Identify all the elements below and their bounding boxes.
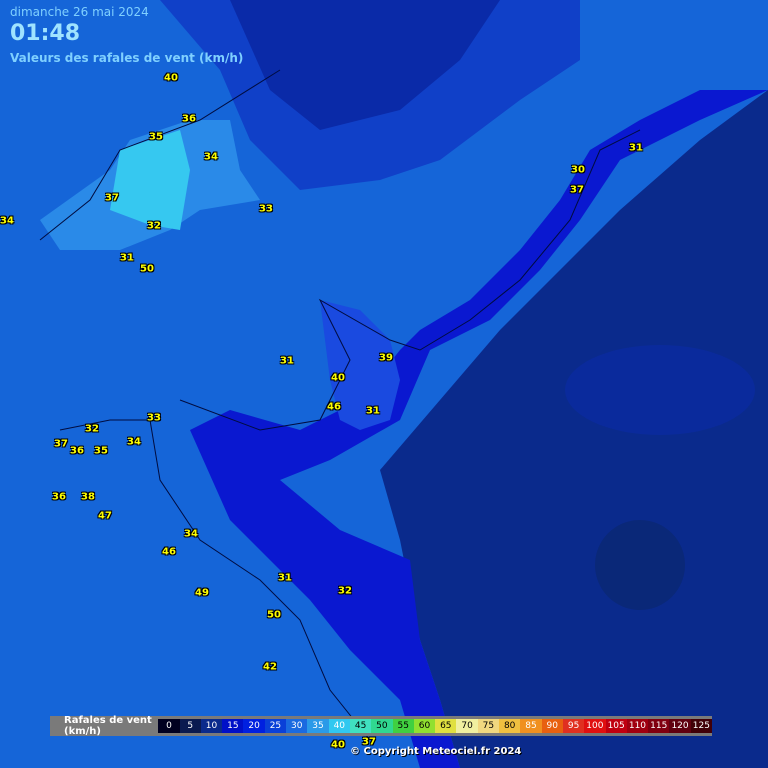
legend-swatch: 70 (456, 719, 478, 733)
legend-swatch: 5 (179, 719, 201, 733)
gust-label: 46 (327, 401, 341, 413)
legend-swatch: 60 (413, 719, 436, 733)
gust-label: 49 (195, 587, 209, 599)
legend-swatch: 75 (477, 719, 500, 733)
gust-label: 40 (331, 739, 345, 751)
gust-label: 37 (54, 438, 68, 450)
gust-label: 31 (120, 252, 134, 264)
gust-label: 38 (81, 491, 95, 503)
header-time: 01:48 (10, 21, 81, 46)
legend-swatch: 115 (648, 719, 670, 733)
gust-label: 32 (147, 220, 161, 232)
gust-label: 35 (149, 131, 163, 143)
legend-swatch: 90 (541, 719, 563, 733)
legend-swatch: 105 (605, 719, 627, 733)
gust-label: 32 (85, 423, 99, 435)
gust-label: 31 (366, 405, 380, 417)
gust-label: 36 (52, 491, 66, 503)
gust-label: 40 (331, 372, 345, 384)
gust-label: 31 (629, 142, 643, 154)
legend-swatch: 10 (200, 719, 223, 733)
gust-label: 50 (140, 263, 154, 275)
legend-swatch: 50 (371, 719, 393, 733)
legend-swatch: 100 (584, 719, 606, 733)
legend-swatch: 0 (158, 719, 180, 733)
gust-label: 30 (571, 164, 585, 176)
legend-swatch: 35 (307, 719, 329, 733)
color-legend: Rafales de vent (km/h) 0 5 10 15 20 25 30 35 40 4… (50, 715, 712, 737)
header-subtitle: Valeurs des rafales de vent (km/h) (10, 51, 244, 65)
gust-label: 36 (70, 445, 84, 457)
gust-label: 31 (278, 572, 292, 584)
inland-oval-1 (565, 345, 755, 435)
legend-swatch: 20 (243, 719, 265, 733)
legend-swatch: 110 (626, 719, 649, 733)
gust-label: 32 (338, 585, 352, 597)
copyright-notice: © Copyright Meteociel.fr 2024 (350, 746, 522, 757)
gust-label: 33 (259, 203, 273, 215)
legend-swatch: 120 (669, 719, 691, 733)
gust-label: 35 (94, 445, 108, 457)
legend-swatch: 30 (286, 719, 308, 733)
gust-label: 50 (267, 609, 281, 621)
map-background (0, 0, 768, 768)
gust-label: 46 (162, 546, 176, 558)
inland-oval-2 (595, 520, 685, 610)
gust-label: 47 (98, 510, 112, 522)
gust-label: 34 (204, 151, 218, 163)
gust-label: 40 (164, 72, 178, 84)
gust-label: 37 (105, 192, 119, 204)
legend-swatch: 25 (264, 719, 287, 733)
legend-swatch: 55 (392, 719, 414, 733)
legend-swatch: 65 (435, 719, 457, 733)
gust-label: 33 (147, 412, 161, 424)
gust-label: 36 (182, 113, 196, 125)
gust-label: 34 (184, 528, 198, 540)
wind-gust-map: dimanche 26 mai 2024 01:48 Valeurs des r… (0, 0, 768, 768)
legend-swatch: 125 (690, 719, 712, 733)
gust-label: 37 (570, 184, 584, 196)
legend-swatch: 15 (222, 719, 244, 733)
gust-label: 39 (379, 352, 393, 364)
legend-swatches: 0 5 10 15 20 25 30 35 40 45 50 55 60 65 70 75 80 85 90 95 10… (158, 719, 712, 733)
gust-label: 42 (263, 661, 277, 673)
gust-label: 34 (127, 436, 141, 448)
legend-swatch: 95 (562, 719, 585, 733)
legend-swatch: 85 (520, 719, 542, 733)
legend-swatch: 45 (349, 719, 372, 733)
gust-label: 31 (280, 355, 294, 367)
header-date: dimanche 26 mai 2024 (10, 5, 149, 19)
legend-swatch: 40 (328, 719, 350, 733)
gust-label: 34 (0, 215, 14, 227)
legend-swatch: 80 (499, 719, 521, 733)
legend-title: Rafales de vent (km/h) (64, 715, 152, 737)
